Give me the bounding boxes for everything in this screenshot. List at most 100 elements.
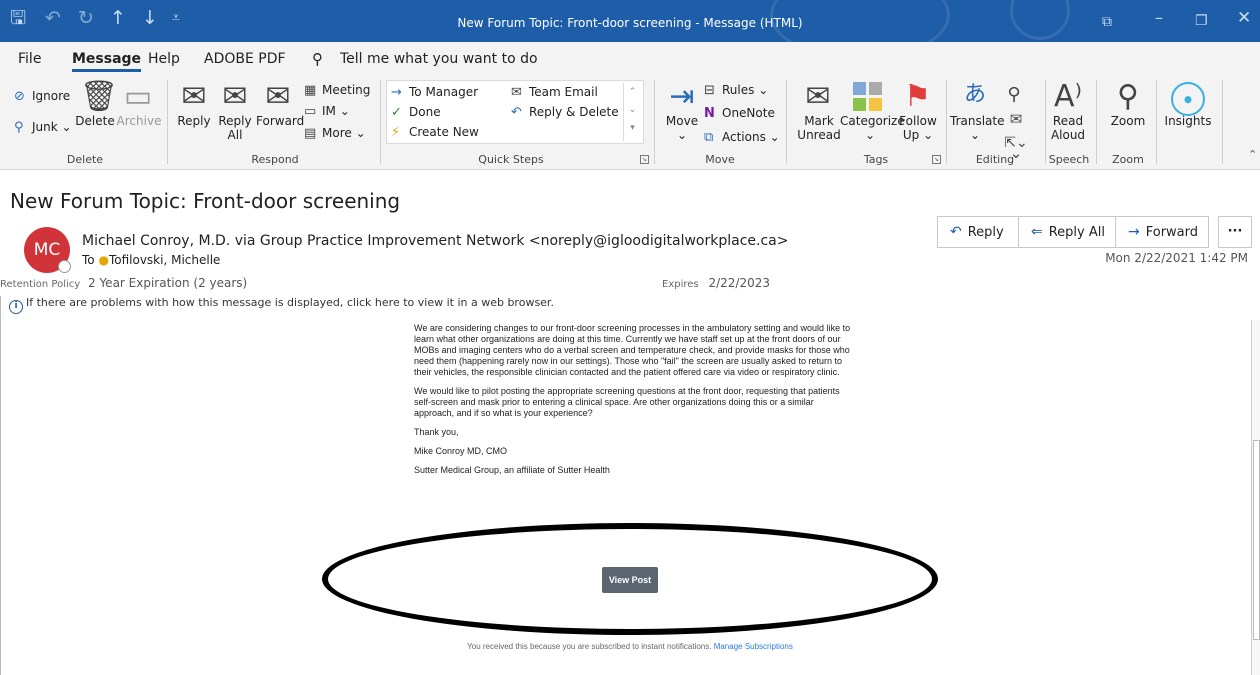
lightning-icon: ⚡: [391, 125, 401, 140]
menu-help[interactable]: Help: [148, 51, 180, 67]
quick-step-done[interactable]: ✓ Done: [391, 105, 441, 120]
manage-subscriptions-link[interactable]: Manage Subscriptions: [714, 642, 793, 651]
menu-bar: File Message Help ADOBE PDF ⚲ Tell me wh…: [0, 42, 1260, 76]
chat-icon: ▭: [304, 104, 317, 119]
delete-button[interactable]: Delete: [72, 114, 118, 128]
recipient[interactable]: Tofilovski, Michelle: [109, 253, 220, 267]
body-paragraph: We are considering changes to our front-…: [414, 323, 851, 377]
more-actions-button[interactable]: ···: [1218, 216, 1252, 248]
speech-group-label: Speech: [1048, 153, 1090, 166]
ribbon-separator: [167, 80, 168, 164]
tell-me-search[interactable]: Tell me what you want to do: [340, 51, 538, 67]
mark-unread-icon: ✉: [805, 79, 831, 114]
sent-date: Mon 2/22/2021 1:42 PM: [1105, 251, 1248, 265]
reply-action-button[interactable]: ↶ Reply: [937, 216, 1019, 248]
reply-arrow-icon: ↶: [950, 224, 962, 240]
ribbon-separator: [1156, 80, 1157, 164]
zoom-group-label: Zoom: [1112, 153, 1144, 166]
retention-value: 2 Year Expiration (2 years): [88, 276, 248, 290]
reply-all-action-button[interactable]: ⇐ Reply All: [1018, 216, 1116, 248]
onenote-button[interactable]: N OneNote: [704, 106, 775, 121]
info-icon: i: [9, 300, 23, 314]
menu-message[interactable]: Message: [72, 51, 142, 72]
ribbon-separator: [1222, 80, 1223, 164]
menu-adobe-pdf[interactable]: ADOBE PDF: [204, 51, 286, 67]
menu-file[interactable]: File: [18, 51, 41, 67]
checkmark-icon: ✓: [391, 105, 402, 120]
more-icon: ▤: [304, 126, 317, 141]
reply-button[interactable]: Reply: [174, 114, 214, 128]
meeting-button[interactable]: ▦ Meeting: [304, 83, 370, 98]
quick-steps-group-label: Quick Steps: [478, 153, 544, 166]
window-title: New Forum Topic: Front-door screening - …: [457, 16, 803, 30]
forward-button[interactable]: Forward: [256, 114, 304, 128]
quick-steps-scroll[interactable]: ⌃ ⌄ ▾: [623, 83, 641, 141]
ribbon-separator: [946, 80, 947, 164]
mark-unread-button[interactable]: Mark Unread: [796, 114, 842, 142]
onenote-icon: N: [704, 106, 715, 121]
expires-label: Expires: [662, 279, 699, 290]
quick-step-create-new[interactable]: ⚡ Create New: [391, 125, 479, 140]
categorize-button[interactable]: Categorize ⌄: [840, 114, 905, 142]
delete-icon: 🗑: [80, 79, 119, 114]
translate-button[interactable]: Translate ⌄: [950, 114, 1005, 142]
view-post-button[interactable]: View Post: [602, 567, 658, 593]
rules-icon: ⊟: [704, 83, 715, 98]
collapse-ribbon-icon[interactable]: ⌃: [1248, 148, 1257, 161]
quick-step-team-email[interactable]: ✉ Team Email: [511, 85, 598, 100]
junk-button[interactable]: ⚲ Junk ⌄: [14, 120, 72, 135]
restore-icon[interactable]: ❐: [1195, 11, 1208, 31]
message-subject: New Forum Topic: Front-door screening: [10, 189, 401, 213]
ribbon-separator: [1096, 80, 1097, 164]
respond-group-label: Respond: [251, 153, 299, 166]
flag-icon: ⚑: [904, 79, 931, 114]
zoom-button[interactable]: Zoom: [1106, 114, 1150, 128]
forward-icon: ✉: [265, 79, 291, 114]
zoom-icon: ⚲: [1117, 79, 1139, 114]
reply-icon: ✉: [181, 79, 207, 114]
archive-button[interactable]: Archive: [116, 114, 162, 128]
ribbon-separator: [1045, 80, 1046, 164]
ribbon-display-options-icon[interactable]: ⧉: [1102, 12, 1112, 32]
move-button[interactable]: Move ⌄: [662, 114, 702, 142]
quick-step-reply-delete[interactable]: ↶ Reply & Delete: [511, 105, 619, 120]
scrollbar-thumb[interactable]: [1253, 440, 1260, 640]
tags-launcher[interactable]: ↘: [932, 155, 941, 164]
retention-policy: Retention Policy 2 Year Expiration (2 ye…: [0, 276, 247, 290]
rules-button[interactable]: ⊟ Rules ⌄: [704, 83, 768, 98]
sender-line[interactable]: Michael Conroy, M.D. via Group Practice …: [82, 233, 788, 249]
quick-steps-launcher[interactable]: ↘: [640, 155, 649, 164]
body-thanks: Thank you,: [414, 427, 459, 437]
ribbon-separator: [380, 80, 381, 164]
read-aloud-button[interactable]: Read Aloud: [1048, 114, 1088, 142]
ignore-icon: ⊘: [14, 89, 25, 104]
delete-group-label: Delete: [66, 153, 104, 166]
quick-steps-gallery: → To Manager ✓ Done ⚡ Create New ✉ Team Emai…: [386, 80, 644, 144]
close-icon[interactable]: ✕: [1237, 8, 1251, 28]
minimize-icon[interactable]: –: [1155, 8, 1163, 28]
reply-arrow-icon: ↶: [511, 105, 522, 120]
insights-icon: ⦁: [1171, 82, 1205, 116]
quick-step-to-manager[interactable]: → To Manager: [391, 85, 478, 100]
reply-all-button[interactable]: Reply All: [214, 114, 256, 142]
email-footer: You received this because you are subscr…: [0, 642, 1260, 651]
actions-button[interactable]: ⧉ Actions ⌄: [704, 130, 780, 145]
im-button[interactable]: ▭ IM ⌄: [304, 104, 350, 119]
info-bar[interactable]: i If there are problems with how this mes…: [9, 296, 554, 314]
move-icon: ⇥: [669, 79, 695, 114]
calendar-icon: ▦: [304, 83, 317, 98]
pending-status-icon: ●: [98, 253, 109, 267]
junk-icon: ⚲: [14, 120, 24, 135]
to-line: To ●Tofilovski, Michelle: [82, 253, 220, 267]
more-respond-button[interactable]: ▤ More ⌄: [304, 126, 366, 141]
insights-button[interactable]: Insights: [1160, 114, 1216, 128]
categorize-icon: [853, 82, 883, 112]
forward-action-button[interactable]: → Forward: [1115, 216, 1209, 248]
ribbon: ⊘ Ignore ⚲ Junk ⌄ 🗑 Delete ▭ Archive Delet…: [0, 76, 1260, 170]
follow-up-button[interactable]: Follow Up ⌄: [898, 114, 938, 142]
to-label: To: [82, 253, 95, 267]
move-group-label: Move: [705, 153, 735, 166]
arrow-right-icon: →: [391, 85, 402, 100]
translate-icon: あ: [963, 82, 986, 107]
ignore-button[interactable]: ⊘ Ignore: [14, 89, 70, 104]
